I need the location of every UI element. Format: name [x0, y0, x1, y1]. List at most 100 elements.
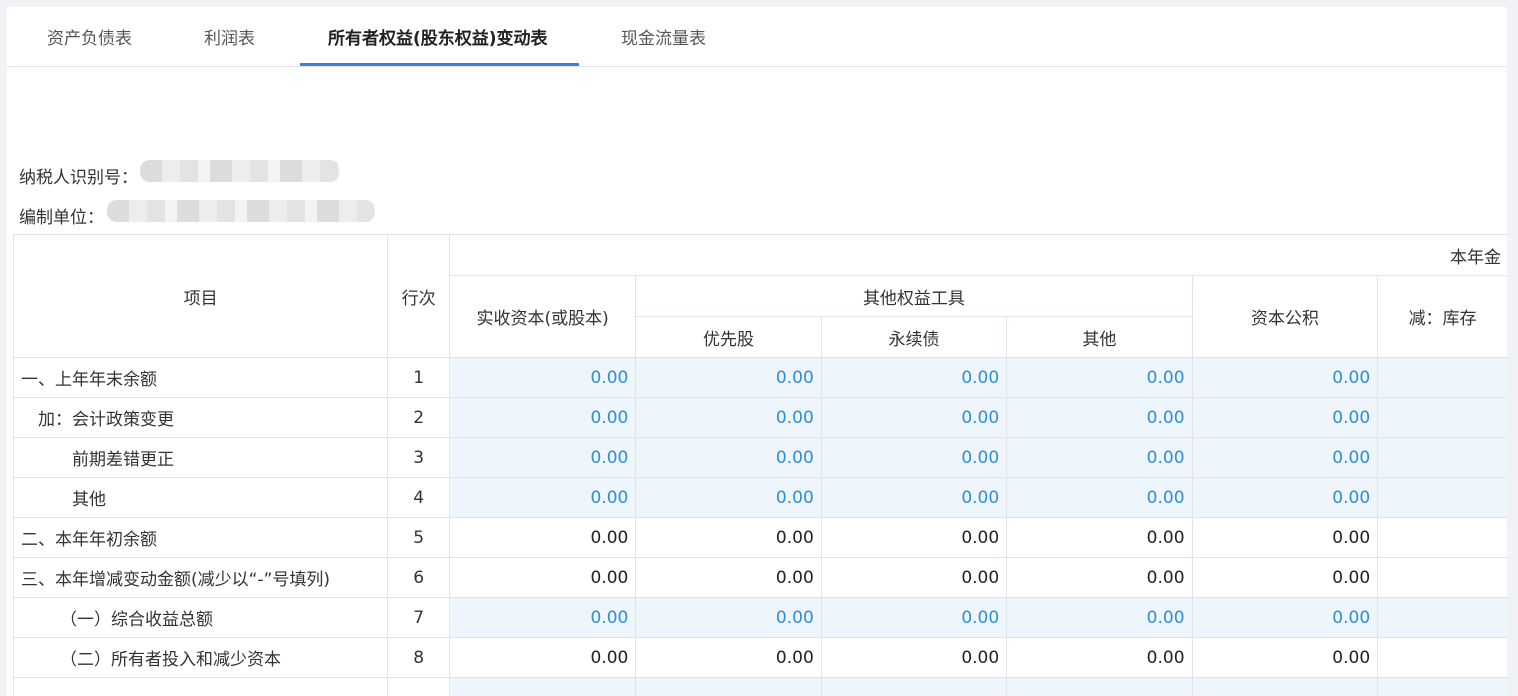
- cell-capital-reserve: 0.00: [1191, 517, 1379, 558]
- cell-capital-reserve[interactable]: 0.00: [1191, 477, 1379, 518]
- row-label: 一、上年年末余额: [12, 357, 389, 398]
- row-label: 二、本年年初余额: [12, 517, 389, 558]
- cell-treasury-stock[interactable]: [1377, 357, 1507, 398]
- cell-capital-reserve: 0.00: [1191, 637, 1379, 678]
- taxpayer-id-label: 纳税人识别号：: [19, 168, 138, 188]
- cell-perpetual-bond: 0.00: [820, 517, 1008, 558]
- cell-capital-reserve[interactable]: [1191, 677, 1379, 696]
- redacted-taxpayer-id: [140, 160, 340, 182]
- cell-other: 0.00: [1006, 637, 1193, 678]
- row-line-no: 6: [387, 557, 450, 598]
- row-label: 前期差错更正: [12, 437, 389, 478]
- row-line-no: 5: [387, 517, 450, 558]
- header-line-no: 行次: [387, 234, 450, 358]
- cell-capital-reserve[interactable]: 0.00: [1191, 357, 1379, 398]
- tab-income-statement[interactable]: 利润表: [204, 7, 255, 67]
- cell-preferred-stock[interactable]: 0.00: [635, 357, 822, 398]
- cell-perpetual-bond: 0.00: [820, 557, 1008, 598]
- cell-other: 0.00: [1006, 557, 1193, 598]
- header-preferred-stock: 优先股: [635, 316, 822, 358]
- table-row: 前期差错更正 3 0.00 0.00 0.00 0.00 0.00: [12, 437, 1507, 478]
- row-line-no: 1: [387, 357, 450, 398]
- report-panel: 资产负债表 利润表 所有者权益(股东权益)变动表 现金流量表 纳税人识别号： 编…: [7, 7, 1507, 696]
- table-row: 加：会计政策变更 2 0.00 0.00 0.00 0.00 0.00: [12, 397, 1507, 438]
- header-capital-reserve: 资本公积: [1191, 275, 1379, 358]
- cell-perpetual-bond[interactable]: 0.00: [820, 477, 1008, 518]
- cell-other[interactable]: 0.00: [1006, 357, 1193, 398]
- cell-preferred-stock[interactable]: 0.00: [635, 477, 822, 518]
- tab-cash-flow[interactable]: 现金流量表: [621, 7, 706, 67]
- row-line-no: 3: [387, 437, 450, 478]
- redacted-unit-name: [107, 200, 375, 222]
- header-item: 项目: [12, 234, 389, 358]
- cell-other[interactable]: 0.00: [1006, 437, 1193, 478]
- cell-paid-in-capital[interactable]: 0.00: [448, 437, 637, 478]
- cell-other[interactable]: [1006, 677, 1193, 696]
- row-line-no: 4: [387, 477, 450, 518]
- tab-balance-sheet[interactable]: 资产负债表: [47, 7, 132, 67]
- cell-capital-reserve[interactable]: 0.00: [1191, 397, 1379, 438]
- cell-preferred-stock: 0.00: [635, 557, 822, 598]
- table-row: [12, 677, 1507, 696]
- table-row: 一、上年年末余额 1 0.00 0.00 0.00 0.00 0.00: [12, 357, 1507, 398]
- header-other: 其他: [1006, 316, 1193, 358]
- row-line-no: 8: [387, 637, 450, 678]
- cell-paid-in-capital: 0.00: [448, 637, 637, 678]
- cell-preferred-stock: 0.00: [635, 637, 822, 678]
- row-label: 加：会计政策变更: [12, 397, 389, 438]
- cell-paid-in-capital[interactable]: 0.00: [448, 597, 637, 638]
- header-perpetual-bond: 永续债: [820, 316, 1008, 358]
- row-label: 其他: [12, 477, 389, 518]
- header-treasury-stock: 减：库存: [1377, 275, 1507, 358]
- row-label: [12, 677, 389, 696]
- header-paid-in-capital: 实收资本(或股本): [448, 275, 637, 358]
- header-current-year: 本年金: [448, 234, 1507, 276]
- row-line-no: 2: [387, 397, 450, 438]
- cell-preferred-stock[interactable]: 0.00: [635, 437, 822, 478]
- cell-preferred-stock[interactable]: 0.00: [635, 397, 822, 438]
- cell-other[interactable]: 0.00: [1006, 597, 1193, 638]
- cell-perpetual-bond[interactable]: 0.00: [820, 397, 1008, 438]
- header-other-equity-instruments: 其他权益工具: [635, 275, 1193, 317]
- cell-capital-reserve[interactable]: 0.00: [1191, 437, 1379, 478]
- cell-paid-in-capital[interactable]: 0.00: [448, 397, 637, 438]
- cell-capital-reserve: 0.00: [1191, 557, 1379, 598]
- row-line-no: 7: [387, 597, 450, 638]
- cell-preferred-stock[interactable]: 0.00: [635, 597, 822, 638]
- cell-perpetual-bond[interactable]: [820, 677, 1008, 696]
- cell-perpetual-bond: 0.00: [820, 637, 1008, 678]
- cell-treasury-stock[interactable]: [1377, 477, 1507, 518]
- cell-perpetual-bond[interactable]: 0.00: [820, 597, 1008, 638]
- cell-capital-reserve[interactable]: 0.00: [1191, 597, 1379, 638]
- cell-treasury-stock[interactable]: [1377, 397, 1507, 438]
- row-line-no: [387, 677, 450, 696]
- cell-treasury-stock: [1377, 517, 1507, 558]
- table-row: 二、本年年初余额 5 0.00 0.00 0.00 0.00 0.00: [12, 517, 1507, 558]
- cell-treasury-stock[interactable]: [1377, 597, 1507, 638]
- cell-treasury-stock[interactable]: [1377, 437, 1507, 478]
- cell-treasury-stock[interactable]: [1377, 677, 1507, 696]
- active-tab-indicator: [300, 63, 579, 66]
- cell-treasury-stock: [1377, 637, 1507, 678]
- row-label: （二）所有者投入和减少资本: [12, 637, 389, 678]
- cell-paid-in-capital[interactable]: 0.00: [448, 357, 637, 398]
- table-row: （二）所有者投入和减少资本 8 0.00 0.00 0.00 0.00 0.00: [12, 637, 1507, 678]
- cell-perpetual-bond[interactable]: 0.00: [820, 437, 1008, 478]
- cell-paid-in-capital: 0.00: [448, 517, 637, 558]
- unit-label: 编制单位：: [19, 208, 104, 228]
- row-label: 三、本年增减变动金额(减少以“-”号填列): [12, 557, 389, 598]
- cell-other[interactable]: 0.00: [1006, 397, 1193, 438]
- table-row: 三、本年增减变动金额(减少以“-”号填列) 6 0.00 0.00 0.00 0…: [12, 557, 1507, 598]
- cell-other: 0.00: [1006, 517, 1193, 558]
- cell-preferred-stock[interactable]: [635, 677, 822, 696]
- cell-paid-in-capital: 0.00: [448, 557, 637, 598]
- row-label: （一）综合收益总额: [12, 597, 389, 638]
- cell-paid-in-capital[interactable]: [448, 677, 637, 696]
- cell-perpetual-bond[interactable]: 0.00: [820, 357, 1008, 398]
- cell-preferred-stock: 0.00: [635, 517, 822, 558]
- table-row: （一）综合收益总额 7 0.00 0.00 0.00 0.00 0.00: [12, 597, 1507, 638]
- cell-other[interactable]: 0.00: [1006, 477, 1193, 518]
- cell-paid-in-capital[interactable]: 0.00: [448, 477, 637, 518]
- equity-changes-table: 项目 行次 本年金 实收资本(或股本) 其他权益工具 资本公积 减：库存 优先股…: [12, 234, 1507, 696]
- tab-equity-changes[interactable]: 所有者权益(股东权益)变动表: [328, 7, 548, 67]
